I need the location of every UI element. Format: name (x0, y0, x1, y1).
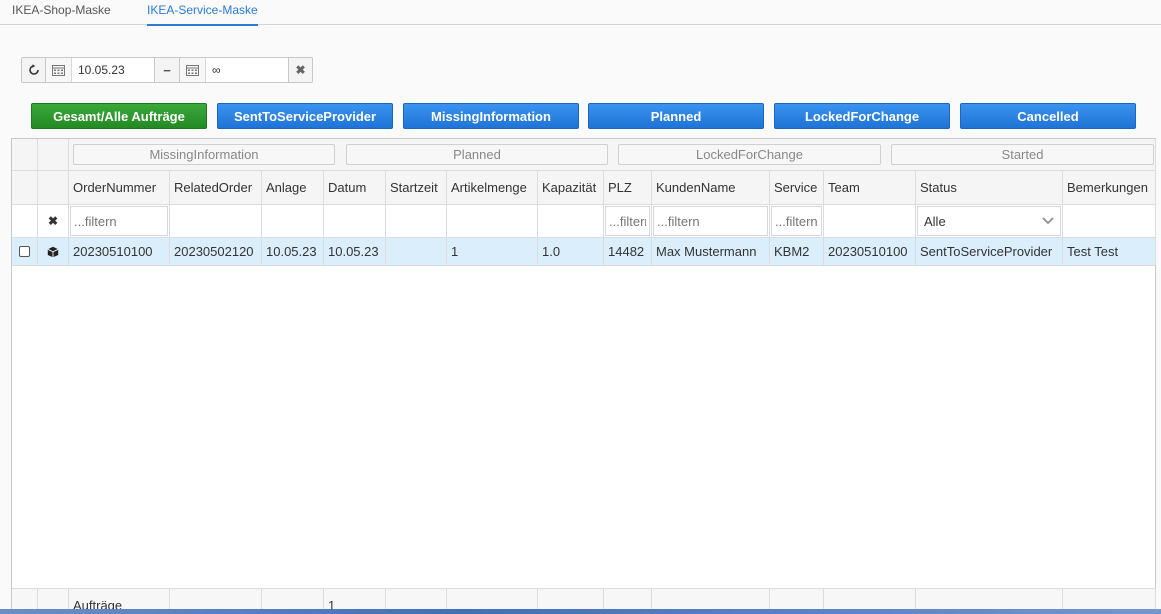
filter-cell (324, 205, 386, 238)
filter-button-missinginformation[interactable]: MissingInformation (403, 103, 579, 129)
filter-kundenname-input[interactable] (653, 206, 768, 236)
cell-relatedorder: 20230502120 (170, 238, 262, 266)
filter-cell (447, 205, 538, 238)
cell-ordernummer: 20230510100 (69, 238, 170, 266)
column-header-artikelmenge[interactable]: Artikelmenge (447, 171, 538, 205)
group-box-missinginformation[interactable]: MissingInformation (73, 144, 335, 165)
filter-cell (652, 205, 770, 238)
filter-cell (170, 205, 262, 238)
tab-bar: IKEA-Shop-Maske IKEA-Service-Maske (0, 0, 1161, 26)
column-header-team[interactable]: Team (824, 171, 916, 205)
column-header-ordernummer[interactable]: OrderNummer (69, 171, 170, 205)
package-icon[interactable] (38, 238, 69, 266)
column-header-kundenname[interactable]: KundenName (652, 171, 770, 205)
date-to-input[interactable] (206, 58, 288, 82)
cell-startzeit (386, 238, 447, 266)
cell-artikelmenge: 1 (447, 238, 538, 266)
date-range-picker: − ✖ (21, 57, 313, 83)
cell-status: SentToServiceProvider (916, 238, 1063, 266)
filter-plz-input[interactable] (605, 206, 650, 236)
filter-service-input[interactable] (771, 206, 822, 236)
group-box-started[interactable]: Started (891, 144, 1154, 165)
date-from-input[interactable] (72, 58, 154, 82)
filter-cell (824, 205, 916, 238)
filter-cell (538, 205, 604, 238)
cell-anlage: 10.05.23 (262, 238, 324, 266)
filter-cell (69, 205, 170, 238)
row-select-cell (12, 238, 38, 266)
clear-icon[interactable]: ✖ (288, 58, 312, 82)
filter-status-select[interactable]: Alle (917, 206, 1061, 236)
group-box-planned[interactable]: Planned (346, 144, 608, 165)
filter-cell (12, 205, 38, 238)
chevron-down-icon (1042, 217, 1054, 225)
range-separator-icon: − (154, 58, 180, 82)
column-header-plz[interactable]: PLZ (604, 171, 652, 205)
grid-corner (12, 139, 38, 171)
cell-bemerkungen: Test Test (1063, 238, 1156, 266)
cell-kapazitaet: 1.0 (538, 238, 604, 266)
tab-ikea-service-maske[interactable]: IKEA-Service-Maske (147, 3, 258, 26)
filter-cell (770, 205, 824, 238)
orders-grid: MissingInformation Planned LockedForChan… (11, 138, 1156, 614)
filter-button-all[interactable]: Gesamt/Alle Aufträge (31, 103, 207, 129)
calendar-icon[interactable] (180, 58, 206, 82)
clear-filters-icon[interactable]: ✖ (38, 205, 69, 238)
tab-ikea-shop-maske[interactable]: IKEA-Shop-Maske (12, 3, 111, 22)
grid-corner (38, 139, 69, 171)
filter-button-planned[interactable]: Planned (588, 103, 764, 129)
refresh-icon[interactable] (22, 58, 46, 82)
column-header-datum[interactable]: Datum (324, 171, 386, 205)
column-header-kapazitaet[interactable]: Kapazität (538, 171, 604, 205)
group-panel: MissingInformation Planned LockedForChan… (69, 139, 1156, 171)
group-box-lockedforchange[interactable]: LockedForChange (618, 144, 881, 165)
column-header-anlage[interactable]: Anlage (262, 171, 324, 205)
cell-service: KBM2 (770, 238, 824, 266)
column-header-relatedorder[interactable]: RelatedOrder (170, 171, 262, 205)
filter-ordernummer-input[interactable] (70, 206, 168, 236)
cell-plz: 14482 (604, 238, 652, 266)
filter-button-cancelled[interactable]: Cancelled (960, 103, 1136, 129)
filter-button-lockedforchange[interactable]: LockedForChange (774, 103, 950, 129)
cell-kundenname: Max Mustermann (652, 238, 770, 266)
cell-team: 20230510100 (824, 238, 916, 266)
column-header-startzeit[interactable]: Startzeit (386, 171, 447, 205)
row-checkbox[interactable] (19, 246, 30, 257)
cell-datum: 10.05.23 (324, 238, 386, 266)
filter-cell (1063, 205, 1156, 238)
column-header-bemerkungen[interactable]: Bemerkungen (1063, 171, 1156, 205)
column-header-status[interactable]: Status (916, 171, 1063, 205)
header-cell (38, 171, 69, 205)
filter-cell (386, 205, 447, 238)
filter-cell (604, 205, 652, 238)
filter-cell (262, 205, 324, 238)
calendar-icon[interactable] (46, 58, 72, 82)
filter-status-value: Alle (924, 213, 946, 229)
filter-button-senttoserviceprovider[interactable]: SentToServiceProvider (217, 103, 393, 129)
header-cell (12, 171, 38, 205)
filter-cell: Alle (916, 205, 1063, 238)
column-header-service[interactable]: Service (770, 171, 824, 205)
taskbar-strip (0, 609, 1161, 614)
